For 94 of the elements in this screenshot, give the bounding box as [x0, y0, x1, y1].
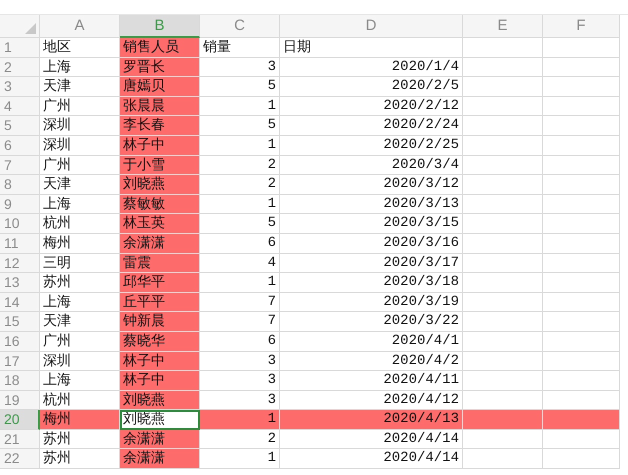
row-header[interactable]: 4 [0, 96, 40, 116]
table-cell: 2020/4/14 [280, 449, 463, 470]
row-header[interactable]: 2 [0, 58, 40, 78]
active-cell: 刘晓燕 [120, 410, 200, 430]
table-cell: 3 [200, 58, 280, 78]
row-header[interactable]: 8 [0, 175, 40, 195]
table-cell: 梅州 [40, 410, 120, 430]
column-header[interactable]: E [463, 15, 543, 38]
table-cell: 李长春 [120, 116, 200, 136]
table-cell: 2 [200, 156, 280, 176]
table-cell: 1 [200, 410, 280, 430]
table-cell: 7 [200, 292, 280, 312]
table-cell: 2020/4/2 [280, 352, 463, 372]
row-header[interactable]: 7 [0, 156, 40, 176]
table-cell: 3 [200, 371, 280, 391]
table-cell: 5 [200, 116, 280, 136]
table-cell: 2020/3/4 [280, 156, 463, 176]
column-header[interactable]: A [40, 15, 120, 38]
table-cell: 2020/4/13 [280, 410, 463, 430]
table-cell: 5 [200, 77, 280, 97]
table-cell: 2020/3/17 [280, 254, 463, 274]
table-cell: 刘晓燕 [120, 175, 200, 195]
table-cell: 2020/4/14 [280, 430, 463, 450]
row-header[interactable]: 12 [0, 254, 40, 274]
table-cell: 雷震 [120, 254, 200, 274]
table-cell: 2020/3/18 [280, 273, 463, 293]
table-cell: 2020/4/1 [280, 332, 463, 352]
table-cell: 2020/2/12 [280, 96, 463, 116]
column-header[interactable]: D [280, 15, 463, 38]
row-header[interactable]: 14 [0, 292, 40, 312]
column-header[interactable]: C [200, 15, 280, 38]
table-cell: 日期 [280, 38, 463, 58]
column-header[interactable]: F [543, 15, 620, 38]
table-cell: 2020/2/24 [280, 116, 463, 136]
row-header[interactable]: 6 [0, 136, 40, 156]
select-all-icon[interactable] [25, 23, 36, 34]
table-cell: 销售人员 [120, 38, 200, 58]
table-cell: 2 [200, 430, 280, 450]
table-cell: 1 [200, 96, 280, 116]
table-cell: 2020/2/25 [280, 136, 463, 156]
table-cell: 林玉英 [120, 214, 200, 234]
table-cell: 2020/4/11 [280, 371, 463, 391]
table-cell: 刘晓燕 [120, 390, 200, 410]
row-header[interactable]: 11 [0, 234, 40, 254]
table-cell: 余潇潇 [120, 234, 200, 254]
table-cell: 余潇潇 [120, 430, 200, 450]
table-cell: 销量 [200, 38, 280, 58]
table-cell: 1 [200, 273, 280, 293]
table-cell: 于小雪 [120, 156, 200, 176]
table-cell: 林子中 [120, 136, 200, 156]
row-header[interactable]: 16 [0, 332, 40, 352]
table-cell: 蔡晓华 [120, 332, 200, 352]
table-cell: 余潇潇 [120, 449, 200, 470]
table-cell: 蔡敏敏 [120, 194, 200, 214]
table-cell: 6 [200, 234, 280, 254]
row-header[interactable]: 15 [0, 312, 40, 332]
table-cell: 5 [200, 214, 280, 234]
table-cell: 2020/3/12 [280, 175, 463, 195]
table-cell: 2020/3/13 [280, 194, 463, 214]
table-cell: 6 [200, 332, 280, 352]
table-cell: 钟新晨 [120, 312, 200, 332]
row-header[interactable]: 3 [0, 77, 40, 97]
table-cell: 2020/3/19 [280, 292, 463, 312]
table-cell: 2020/2/5 [280, 77, 463, 97]
table-cell: 1 [200, 194, 280, 214]
table-cell: 林子中 [120, 352, 200, 372]
table-cell: 2020/3/15 [280, 214, 463, 234]
row-header[interactable]: 18 [0, 371, 40, 391]
table-cell: 3 [200, 352, 280, 372]
table-cell: 2 [200, 175, 280, 195]
table-cell: 丘平平 [120, 292, 200, 312]
row-header[interactable]: 9 [0, 194, 40, 214]
row-header[interactable]: 10 [0, 214, 40, 234]
row-header[interactable]: 20 [0, 410, 40, 430]
table-cell: 2020/3/22 [280, 312, 463, 332]
row-header[interactable]: 5 [0, 116, 40, 136]
row-header[interactable]: 21 [0, 430, 40, 450]
table-cell: 7 [200, 312, 280, 332]
row-header[interactable]: 19 [0, 390, 40, 410]
row-header[interactable]: 17 [0, 352, 40, 372]
table-cell: 罗晋长 [120, 58, 200, 78]
row-header[interactable]: 22 [0, 449, 40, 470]
row-header[interactable]: 13 [0, 273, 40, 293]
table-cell: 1 [200, 136, 280, 156]
table-cell: 4 [200, 254, 280, 274]
row-header[interactable]: 1 [0, 38, 40, 58]
table-cell: 张晨晨 [120, 96, 200, 116]
table-cell: 2020/3/16 [280, 234, 463, 254]
table-cell: 林子中 [120, 371, 200, 391]
table-cell: 1 [200, 449, 280, 470]
column-header[interactable]: B [120, 15, 200, 38]
table-cell: 2020/1/4 [280, 58, 463, 78]
table-cell: 邱华平 [120, 273, 200, 293]
table-cell: 唐嫣贝 [120, 77, 200, 97]
